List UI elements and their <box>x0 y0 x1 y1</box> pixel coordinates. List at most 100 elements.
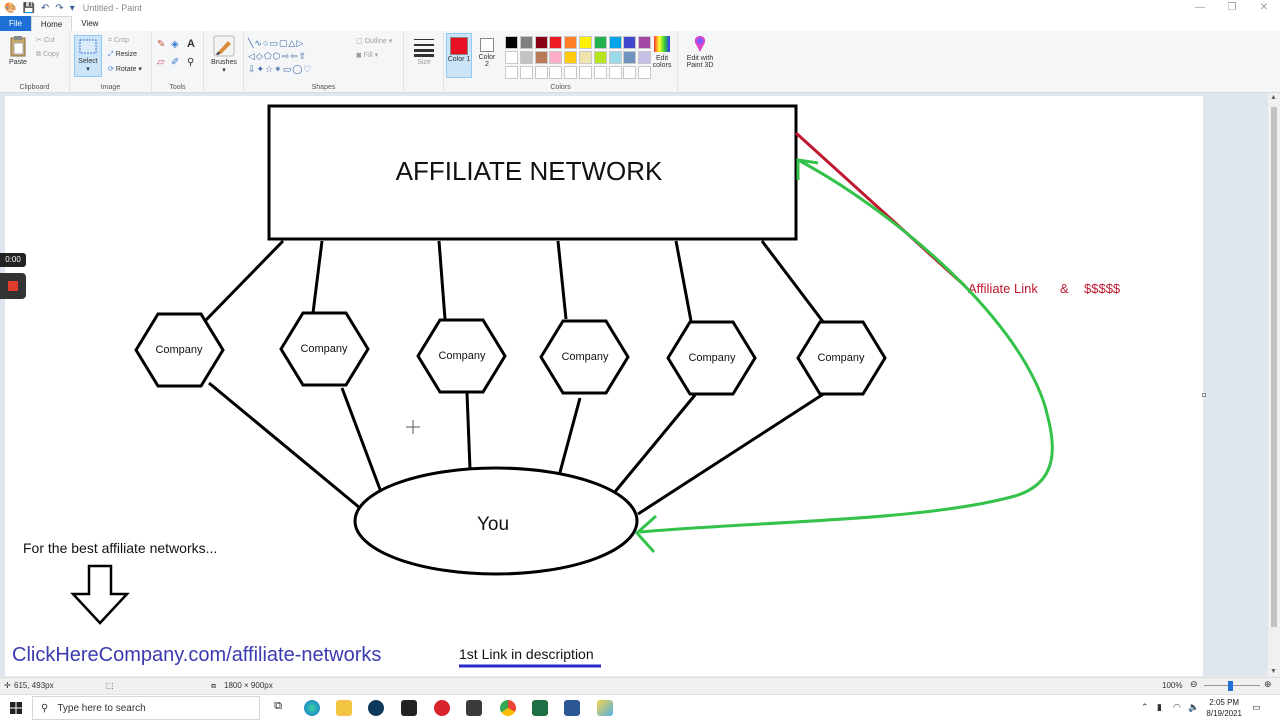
clipboard-group-label: Clipboard <box>19 84 50 91</box>
text-icon[interactable]: A <box>187 38 195 50</box>
palette-swatch[interactable] <box>579 36 592 49</box>
custom-color-slot[interactable] <box>593 66 607 79</box>
palette-swatch[interactable] <box>519 36 533 49</box>
app-icon[interactable] <box>401 700 417 716</box>
shapes-row-2-icons[interactable]: ◁◇⬠⬡⇨⇦⇧ <box>248 50 344 63</box>
shapes-gallery[interactable]: ╲∿○▭▢△▷ ◁◇⬠⬡⇨⇦⇧ ⇩✦☆✶▭◯♡ <box>248 37 344 76</box>
eraser-icon[interactable]: ▱ <box>157 57 165 68</box>
brushes-group[interactable]: Brushes ▾ <box>204 31 244 93</box>
scrollbar-thumb[interactable] <box>1271 107 1277 627</box>
zoom-out-icon[interactable]: ⊖ <box>1190 679 1198 690</box>
canvas-resize-handle[interactable] <box>1202 393 1206 397</box>
word-icon[interactable] <box>564 700 580 716</box>
chevron-down-icon[interactable]: ▾ <box>70 3 75 14</box>
custom-color-slot[interactable] <box>608 66 622 79</box>
color2-button[interactable]: Color 2 <box>476 33 498 68</box>
color1-button[interactable]: Color 1 <box>446 33 472 78</box>
redo-icon[interactable]: ↷ <box>55 3 63 14</box>
palette-swatch[interactable] <box>593 51 607 64</box>
custom-color-slot[interactable] <box>549 66 563 79</box>
palette-swatch[interactable] <box>505 36 518 49</box>
color-picker-icon[interactable]: ✐ <box>171 57 179 68</box>
palette-swatch[interactable] <box>593 36 607 49</box>
best-networks-text: For the best affiliate networks... <box>23 540 217 556</box>
palette-swatch[interactable] <box>608 36 622 49</box>
volume-icon[interactable]: 🔈 <box>1188 702 1199 713</box>
outline-icon: ▢ <box>356 38 363 45</box>
custom-color-slot[interactable] <box>519 66 533 79</box>
palette-swatch[interactable] <box>519 51 533 64</box>
battery-icon[interactable]: ▮ <box>1157 702 1162 713</box>
affiliate-networks-url[interactable]: ClickHereCompany.com/affiliate-networks <box>12 644 381 666</box>
outline-button[interactable]: ▢ Outline ▾ <box>356 37 392 45</box>
custom-color-slot[interactable] <box>534 66 548 79</box>
edit-paint3d-label: Edit with Paint 3D <box>686 55 714 69</box>
paint-taskbar-icon[interactable] <box>597 700 613 716</box>
paste-button[interactable]: Paste <box>5 35 31 66</box>
save-icon[interactable]: 💾 <box>22 3 34 14</box>
tab-file[interactable]: File <box>0 16 31 31</box>
scroll-up-icon[interactable]: ▲ <box>1270 94 1277 101</box>
rotate-button[interactable]: ⟳ Rotate ▾ <box>108 65 142 73</box>
resize-button[interactable]: ⤢ Resize <box>108 51 137 59</box>
fill-bucket-icon[interactable]: ◈ <box>171 39 179 50</box>
copy-button[interactable]: ⧉ Copy <box>36 51 59 59</box>
custom-color-slot[interactable] <box>564 66 578 79</box>
palette-swatch[interactable] <box>608 51 622 64</box>
undo-icon[interactable]: ↶ <box>41 3 49 14</box>
palette-swatch[interactable] <box>534 36 548 49</box>
app-icon[interactable] <box>368 700 384 716</box>
zoom-in-icon[interactable]: ⊕ <box>1264 679 1272 690</box>
edit-paint3d-button[interactable]: Edit with Paint 3D <box>682 35 718 69</box>
drawing-canvas[interactable]: AFFILIATE NETWORK Company Company Compan… <box>5 96 1203 676</box>
palette-swatch[interactable] <box>623 51 637 64</box>
magnifier-icon[interactable]: ⚲ <box>187 57 194 68</box>
taskbar-search[interactable]: ⚲ Type here to search <box>32 696 260 720</box>
shapes-row-3-icons[interactable]: ⇩✦☆✶▭◯♡ <box>248 63 344 76</box>
fill-button[interactable]: ◼ Fill ▾ <box>356 51 378 59</box>
select-label: Select <box>78 58 98 65</box>
crop-button[interactable]: ⌗ Crop <box>108 37 129 45</box>
palette-swatch[interactable] <box>579 51 592 64</box>
palette-swatch[interactable] <box>549 36 563 49</box>
minimize-button[interactable]: — <box>1184 0 1216 16</box>
chevron-down-icon: ▾ <box>222 67 226 74</box>
palette-swatch[interactable] <box>564 51 578 64</box>
pencil-icon[interactable]: ✎ <box>157 39 165 50</box>
zoom-slider-thumb[interactable] <box>1228 681 1233 691</box>
taskbar-clock[interactable]: 2:05 PM 8/19/2021 <box>1206 697 1242 719</box>
palette-swatch[interactable] <box>505 51 518 64</box>
wifi-icon[interactable]: ◠ <box>1173 702 1181 713</box>
cut-button[interactable]: ✂ Cut <box>36 36 55 44</box>
excel-icon[interactable] <box>532 700 548 716</box>
palette-swatch[interactable] <box>534 51 548 64</box>
custom-color-slot[interactable] <box>623 66 637 79</box>
size-group[interactable]: Size <box>404 31 444 93</box>
stop-recording-button[interactable] <box>0 273 26 299</box>
shapes-row-1-icons[interactable]: ╲∿○▭▢△▷ <box>248 37 344 50</box>
maximize-button[interactable]: ❐ <box>1216 0 1248 16</box>
edit-colors-button[interactable]: Edit colors <box>650 35 674 69</box>
close-button[interactable]: ✕ <box>1248 0 1280 16</box>
custom-color-slot[interactable] <box>579 66 592 79</box>
app-icon[interactable] <box>466 700 482 716</box>
custom-color-slot[interactable] <box>505 66 518 79</box>
first-link-text[interactable]: 1st Link in description <box>459 646 594 662</box>
file-explorer-icon[interactable] <box>336 700 352 716</box>
palette-swatch[interactable] <box>549 51 563 64</box>
chevron-up-icon[interactable]: ⌃ <box>1141 702 1149 713</box>
select-button[interactable]: Select ▾ <box>74 35 102 77</box>
edge-browser-icon[interactable] <box>304 700 320 716</box>
tab-view[interactable]: View <box>72 16 107 31</box>
scroll-down-icon[interactable]: ▼ <box>1270 668 1277 675</box>
chrome-browser-icon[interactable] <box>500 700 516 716</box>
palette-swatch[interactable] <box>623 36 637 49</box>
color1-swatch <box>450 37 468 55</box>
notifications-icon[interactable]: ▭ <box>1252 702 1261 713</box>
palette-swatch[interactable] <box>564 36 578 49</box>
screen-recorder-icon[interactable] <box>434 700 450 716</box>
vertical-scrollbar[interactable]: ▲ ▼ <box>1268 93 1280 676</box>
task-view-icon[interactable]: ⧉ <box>270 700 286 716</box>
windows-start-icon[interactable] <box>10 702 22 717</box>
tab-home[interactable]: Home <box>30 16 73 31</box>
